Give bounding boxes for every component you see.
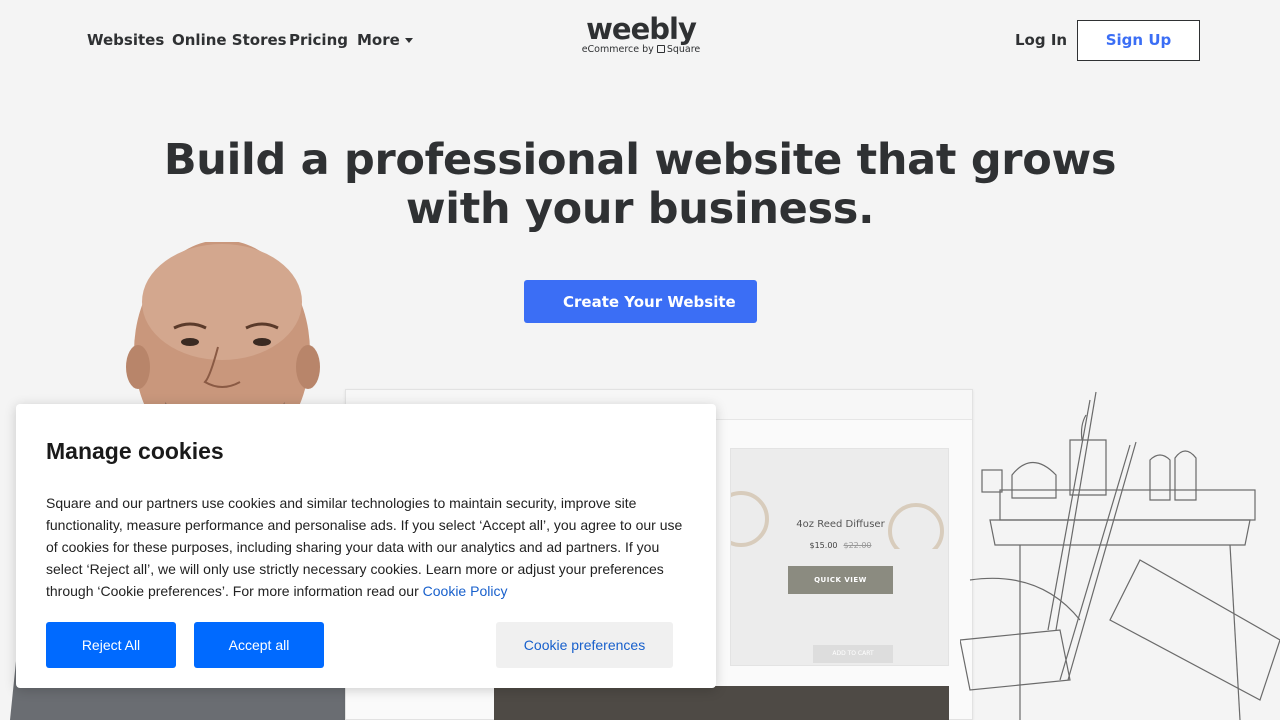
login-link[interactable]: Log In	[1015, 27, 1067, 54]
logo-tagline-prefix: eCommerce by	[581, 44, 654, 55]
cookie-preferences-button[interactable]: Cookie preferences	[496, 622, 673, 668]
signup-button[interactable]: Sign Up	[1077, 20, 1200, 61]
reject-all-button[interactable]: Reject All	[46, 622, 176, 668]
nav-pricing-link[interactable]: Pricing	[289, 27, 348, 54]
product-price-current: $15.00	[809, 541, 838, 550]
quick-view-button: QUICK VIEW	[788, 566, 893, 594]
cookie-dialog-body: Square and our partners use cookies and …	[46, 492, 691, 602]
weebly-logo[interactable]: weebly eCommerce by Square	[576, 14, 706, 60]
cookie-consent-dialog: Manage cookies Square and our partners u…	[16, 404, 716, 688]
square-logo-icon	[656, 45, 665, 53]
mockup-product-card: 4oz Reed Diffuser $15.00 $22.00 QUICK VIE…	[730, 448, 949, 666]
create-website-label[interactable]: Create Your Website	[563, 290, 736, 314]
product-price: $15.00 $22.00	[731, 541, 950, 550]
cookie-policy-link[interactable]: Cookie Policy	[423, 583, 508, 599]
nav-more-label: More	[357, 31, 400, 49]
logo-tagline-brand: Square	[666, 44, 701, 55]
hero-title-line1: Build a professional website that grows	[163, 135, 1117, 185]
top-nav: Websites Online Stores Pricing More weeb…	[0, 0, 1280, 80]
cookie-body-text: Square and our partners use cookies and …	[46, 495, 683, 599]
chevron-down-icon	[404, 38, 413, 43]
mockup-photo	[494, 686, 949, 720]
product-price-old: $22.00	[843, 541, 872, 550]
create-website-button[interactable]: Create Your Website	[524, 280, 757, 323]
product-name: 4oz Reed Diffuser	[796, 519, 885, 530]
logo-wordmark: weebly	[586, 12, 697, 46]
desk-sketch-illustration	[960, 391, 1280, 720]
nav-more-dropdown[interactable]: More	[357, 27, 413, 54]
logo-tagline: eCommerce by Square	[576, 44, 706, 56]
add-to-cart-button: ADD TO CART	[813, 645, 893, 663]
accept-all-button[interactable]: Accept all	[194, 622, 324, 668]
nav-online-stores-link[interactable]: Online Stores	[172, 27, 287, 54]
hero-title: Build a professional website that grows …	[140, 136, 1140, 234]
nav-websites-link[interactable]: Websites	[87, 27, 164, 54]
cookie-dialog-title: Manage cookies	[46, 438, 224, 464]
hero-title-line2: with your business.	[405, 184, 875, 234]
